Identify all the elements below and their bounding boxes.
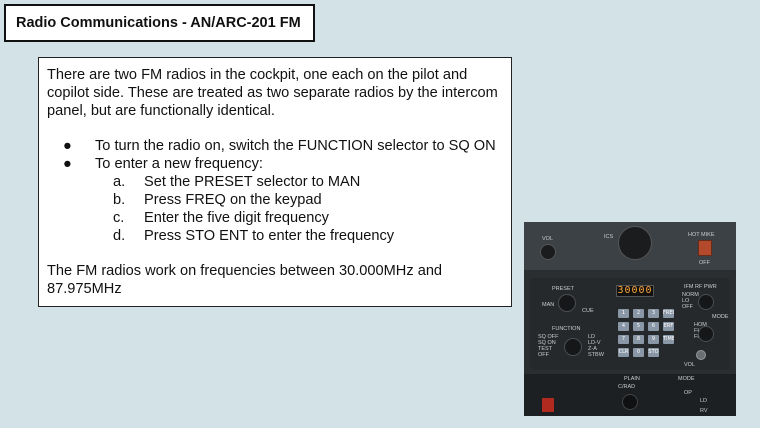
keypad-key-3[interactable]: 3	[648, 309, 659, 318]
bullet-dot: ●	[63, 138, 72, 154]
hot-mike-label: HOT MIKE	[688, 232, 715, 238]
ifm-options: NORM LO OFF	[682, 292, 699, 310]
content-panel: There are two FM radios in the cockpit, …	[38, 57, 512, 307]
keypad-key-9[interactable]: 9	[648, 335, 659, 344]
step-text: Set the PRESET selector to MAN	[144, 174, 361, 190]
mode-label: MODE	[712, 314, 729, 320]
intro-paragraph: There are two FM radios in the cockpit, …	[47, 67, 498, 119]
keypad-key-4[interactable]: 4	[618, 322, 629, 331]
ifm-label: IFM RF PWR	[684, 284, 717, 290]
cnrad-label: C/RAD	[618, 384, 636, 390]
zeroize-switch[interactable]	[542, 398, 554, 412]
ifm-knob[interactable]	[698, 294, 714, 310]
keypad-key-clr[interactable]: CLR	[618, 348, 629, 357]
slide-title: Radio Communications - AN/ARC-201 FM	[4, 4, 315, 42]
keypad-key-7[interactable]: 7	[618, 335, 629, 344]
step-text: Press FREQ on the keypad	[144, 192, 322, 208]
radio-panel-image: VOL ICS HOT MIKE OFF PRESET MAN CUE FUNC…	[524, 222, 736, 416]
ld-label: LD	[700, 398, 708, 404]
bullet-item: ● To enter a new frequency: a. Set the P…	[63, 155, 503, 245]
preset-knob[interactable]	[558, 294, 576, 312]
keypad-key-2[interactable]: 2	[633, 309, 644, 318]
crypto-knob[interactable]	[622, 394, 638, 410]
mode-knob[interactable]	[698, 326, 714, 342]
keypad-key-5[interactable]: 5	[633, 322, 644, 331]
step-item: c. Enter the five digit frequency	[113, 209, 503, 227]
keypad-key-time[interactable]: TIME	[663, 335, 674, 344]
op-label: OP	[684, 390, 692, 396]
keypad-key-6[interactable]: 6	[648, 322, 659, 331]
step-item: b. Press FREQ on the keypad	[113, 191, 503, 209]
step-marker: b.	[113, 192, 126, 208]
hot-mike-off-label: OFF	[699, 260, 710, 266]
function-label: FUNCTION	[552, 326, 581, 332]
vol-knob[interactable]	[540, 244, 556, 260]
preset-cue-label: CUE	[582, 308, 594, 314]
bullet-text: To turn the radio on, switch the FUNCTIO…	[95, 138, 496, 154]
step-item: d. Press STO ENT to enter the frequency	[113, 227, 503, 245]
step-marker: a.	[113, 174, 126, 190]
step-item: a. Set the PRESET selector to MAN	[113, 173, 503, 191]
bullet-item: ● To turn the radio on, switch the FUNCT…	[63, 137, 503, 155]
mode2-label: MODE	[678, 376, 695, 382]
vol-label: VOL	[542, 236, 554, 242]
keypad-key-sto-ent[interactable]: STO ENT	[648, 348, 659, 357]
step-text: Press STO ENT to enter the frequency	[144, 228, 395, 244]
keypad-key-freq[interactable]: FREQ	[663, 309, 674, 318]
rv-label: RV	[700, 408, 708, 414]
ics-label: ICS	[604, 234, 614, 240]
vol2-label: VOL	[684, 362, 696, 368]
frequency-range-paragraph: The FM radios work on frequencies betwee…	[47, 263, 443, 297]
slide-title-text: Radio Communications - AN/ARC-201 FM	[16, 15, 301, 31]
keypad-key-erf-ofst[interactable]: ERF OFST	[663, 322, 674, 331]
function-options-left: SQ OFF SQ ON TEST OFF	[538, 334, 559, 358]
function-knob[interactable]	[564, 338, 582, 356]
bullet-list: ● To turn the radio on, switch the FUNCT…	[63, 137, 503, 245]
step-marker: d.	[113, 228, 126, 244]
keypad-key-0[interactable]: 0	[633, 348, 644, 357]
hot-mike-switch[interactable]	[698, 240, 712, 256]
bullet-dot: ●	[63, 156, 72, 172]
plain-label: PLAIN	[624, 376, 640, 382]
step-marker: c.	[113, 210, 125, 226]
preset-label: PRESET	[552, 286, 575, 292]
frequency-display: 30000	[616, 285, 654, 297]
keypad-key-8[interactable]: 8	[633, 335, 644, 344]
vol-knob-small[interactable]	[696, 350, 706, 360]
function-options-right: LD LD-V Z-A STBW	[588, 334, 604, 358]
keypad-key-1[interactable]: 1	[618, 309, 629, 318]
bullet-text: To enter a new frequency:	[95, 156, 263, 172]
step-list: a. Set the PRESET selector to MAN b. Pre…	[113, 173, 503, 245]
ics-knob[interactable]	[618, 226, 652, 260]
step-text: Enter the five digit frequency	[144, 210, 329, 226]
preset-man-label: MAN	[542, 302, 555, 308]
